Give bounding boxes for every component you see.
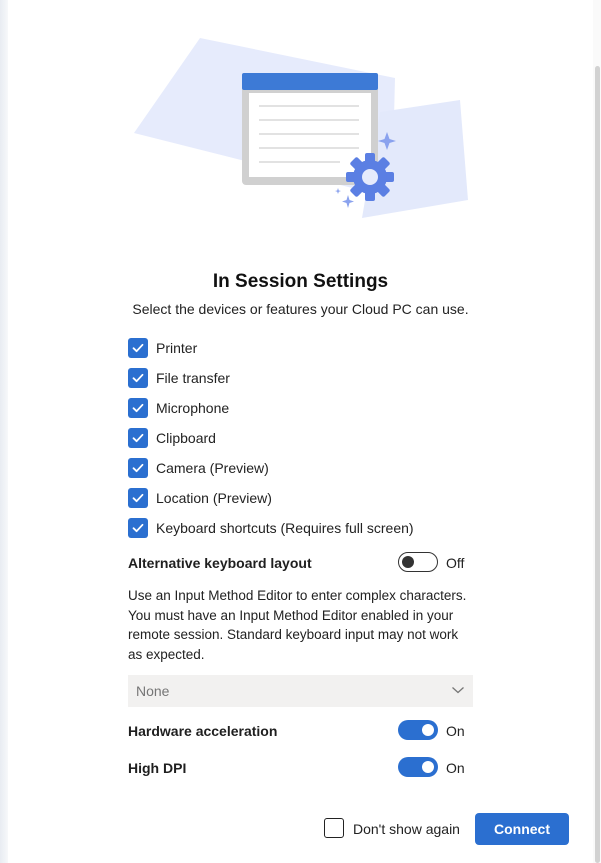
connect-button[interactable]: Connect — [475, 813, 569, 845]
checkbox-label: Microphone — [156, 400, 230, 416]
high-dpi-state: On — [446, 760, 465, 776]
checkbox-clipboard[interactable]: Clipboard — [128, 427, 216, 449]
check-icon — [132, 403, 144, 413]
dont-show-again-checkbox[interactable] — [324, 818, 344, 838]
checkbox-camera[interactable]: Camera (Preview) — [128, 457, 269, 479]
checkbox-checked[interactable] — [128, 518, 148, 538]
checkbox-microphone[interactable]: Microphone — [128, 397, 229, 419]
toggle-knob — [422, 761, 434, 773]
checkbox-checked[interactable] — [128, 458, 148, 478]
hardware-acceleration-label: Hardware acceleration — [128, 723, 278, 739]
sparkle-icon — [342, 195, 354, 208]
check-icon — [132, 523, 144, 533]
checkbox-location[interactable]: Location (Preview) — [128, 487, 272, 509]
checkbox-label: Clipboard — [156, 430, 216, 446]
chevron-down-icon — [452, 687, 464, 694]
checkbox-checked[interactable] — [128, 368, 148, 388]
check-icon — [132, 433, 144, 443]
checkbox-keyboard-shortcuts[interactable]: Keyboard shortcuts (Requires full screen… — [128, 517, 414, 539]
check-icon — [132, 463, 144, 473]
checkbox-printer[interactable]: Printer — [128, 337, 197, 359]
check-icon — [132, 373, 144, 383]
checkbox-label: File transfer — [156, 370, 230, 386]
alt-keyboard-state: Off — [446, 555, 465, 571]
toggle-knob — [422, 724, 434, 736]
hardware-acceleration-state: On — [446, 723, 465, 739]
checkbox-checked[interactable] — [128, 398, 148, 418]
ime-description: Use an Input Method Editor to enter comp… — [128, 588, 467, 662]
dropdown-value: None — [136, 683, 170, 699]
keyboard-layout-dropdown[interactable]: None — [128, 675, 473, 707]
settings-illustration — [134, 38, 468, 218]
checkbox-file-transfer[interactable]: File transfer — [128, 367, 230, 389]
check-icon — [132, 493, 144, 503]
checkbox-label: Camera (Preview) — [156, 460, 269, 476]
alt-keyboard-label: Alternative keyboard layout — [128, 555, 312, 571]
high-dpi-toggle[interactable] — [398, 757, 438, 777]
dont-show-again-label: Don't show again — [353, 821, 460, 837]
hardware-acceleration-toggle[interactable] — [398, 720, 438, 740]
check-icon — [132, 343, 144, 353]
gear-icon — [346, 153, 394, 201]
checkbox-checked[interactable] — [128, 338, 148, 358]
sparkle-icon — [335, 188, 341, 194]
checkbox-checked[interactable] — [128, 488, 148, 508]
checkbox-label: Keyboard shortcuts (Requires full screen… — [156, 520, 414, 536]
toggle-knob — [402, 556, 414, 568]
high-dpi-label: High DPI — [128, 760, 187, 776]
checkbox-label: Printer — [156, 340, 198, 356]
checkbox-checked[interactable] — [128, 428, 148, 448]
page-subtitle: Select the devices or features your Clou… — [132, 301, 469, 317]
page-title: In Session Settings — [212, 271, 389, 292]
checkbox-label: Location (Preview) — [156, 490, 272, 506]
alt-keyboard-toggle[interactable] — [398, 552, 438, 572]
